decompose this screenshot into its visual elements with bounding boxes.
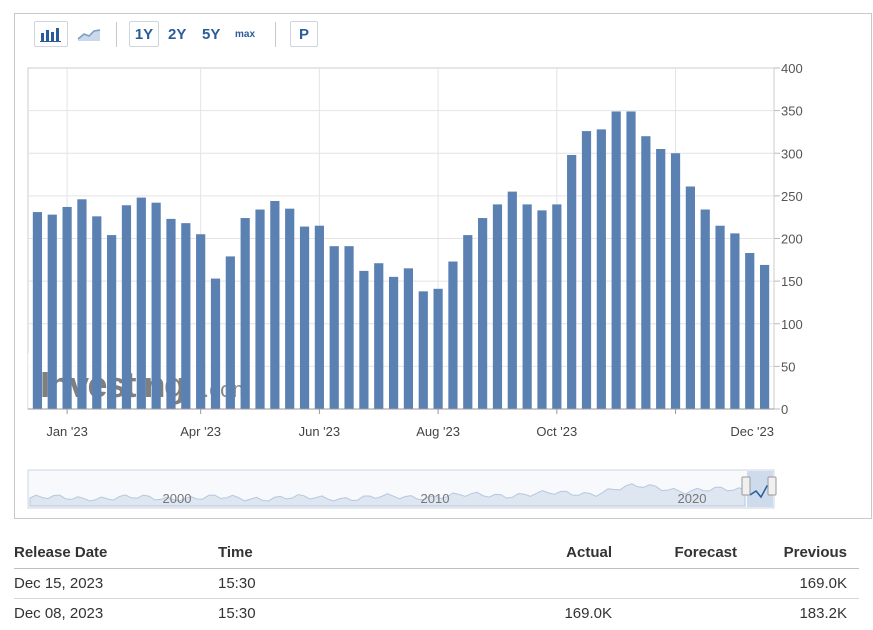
- y-tick-label: 150: [781, 274, 803, 289]
- y-tick-label: 300: [781, 146, 803, 161]
- table-row: Dec 08, 2023 15:30 169.0K 183.2K: [14, 598, 859, 628]
- bar[interactable]: [745, 252, 755, 409]
- table-header-row: Release Date Time Actual Forecast Previo…: [14, 538, 859, 567]
- bar[interactable]: [759, 264, 770, 409]
- x-tick-label: Jan '23: [46, 424, 88, 439]
- time-cell: 15:30: [218, 575, 256, 592]
- header-forecast[interactable]: Forecast: [674, 538, 737, 567]
- bar[interactable]: [285, 208, 295, 409]
- header-release-date[interactable]: Release Date: [14, 538, 107, 567]
- bar[interactable]: [641, 136, 651, 409]
- bar[interactable]: [299, 226, 310, 409]
- bar[interactable]: [522, 204, 532, 409]
- bar[interactable]: [255, 209, 265, 409]
- bar[interactable]: [492, 204, 503, 409]
- range-navigator[interactable]: 2000 2010 2020: [27, 469, 777, 509]
- previous-cell: 169.0K: [799, 575, 847, 592]
- x-axis: Jan '23 Apr '23 Jun '23 Aug '23 Oct '23 Dec '…: [28, 408, 774, 439]
- release-date-cell: Dec 08, 2023: [14, 605, 104, 622]
- navigator-label: 2010: [421, 491, 450, 506]
- y-axis: 0 50 100 150 200 250 300 350 400: [774, 61, 803, 417]
- bar[interactable]: [344, 246, 354, 409]
- bar[interactable]: [418, 291, 428, 409]
- actual-cell: 169.0K: [564, 605, 612, 622]
- y-tick-label: 200: [781, 232, 803, 247]
- bar[interactable]: [507, 191, 517, 409]
- header-actual[interactable]: Actual: [566, 538, 612, 567]
- bar[interactable]: [463, 235, 473, 409]
- bar[interactable]: [433, 288, 443, 409]
- bar[interactable]: [225, 256, 235, 409]
- bar[interactable]: [329, 246, 339, 409]
- bar[interactable]: [32, 212, 43, 409]
- bar[interactable]: [730, 233, 740, 409]
- bar[interactable]: [210, 278, 221, 409]
- header-previous[interactable]: Previous: [784, 538, 847, 567]
- bar[interactable]: [181, 223, 191, 409]
- bar[interactable]: [478, 218, 488, 409]
- bar[interactable]: [151, 202, 161, 409]
- bar[interactable]: [715, 225, 725, 409]
- x-tick-label: Dec '23: [730, 424, 774, 439]
- x-tick-label: Aug '23: [416, 424, 460, 439]
- bar[interactable]: [581, 131, 592, 409]
- y-tick-label: 250: [781, 189, 803, 204]
- bar[interactable]: [448, 261, 458, 409]
- bar[interactable]: [611, 111, 621, 409]
- y-tick-label: 0: [781, 402, 788, 417]
- bar[interactable]: [314, 225, 324, 409]
- release-date-cell: Dec 15, 2023: [14, 575, 104, 592]
- bar[interactable]: [270, 200, 280, 409]
- bar[interactable]: [626, 111, 636, 409]
- time-cell: 15:30: [218, 605, 256, 622]
- bar[interactable]: [92, 216, 102, 409]
- bar[interactable]: [166, 218, 176, 409]
- bar[interactable]: [196, 234, 206, 409]
- bar[interactable]: [403, 268, 414, 409]
- chart-canvas: Investing .com 050100150200250300350400 …: [27, 61, 803, 509]
- x-tick-label: Oct '23: [536, 424, 577, 439]
- bar[interactable]: [670, 153, 681, 409]
- bar[interactable]: [596, 129, 606, 409]
- bar[interactable]: [121, 205, 132, 409]
- y-tick-label: 50: [781, 359, 795, 374]
- bar[interactable]: [537, 210, 547, 409]
- navigator-label: 2000: [163, 491, 192, 506]
- header-time[interactable]: Time: [218, 538, 253, 567]
- bar[interactable]: [685, 186, 695, 410]
- bar[interactable]: [700, 209, 710, 409]
- navigator-right-handle[interactable]: [767, 476, 777, 496]
- bar[interactable]: [77, 199, 87, 409]
- previous-cell: 183.2K: [799, 605, 847, 622]
- bar[interactable]: [567, 154, 577, 409]
- y-tick-label: 350: [781, 104, 803, 119]
- bar[interactable]: [240, 218, 250, 409]
- bar[interactable]: [656, 148, 666, 410]
- bar[interactable]: [359, 270, 369, 409]
- table-row: Dec 15, 2023 15:30 169.0K: [14, 568, 859, 598]
- bar[interactable]: [62, 206, 72, 409]
- bar[interactable]: [136, 197, 146, 409]
- bar[interactable]: [552, 204, 562, 409]
- x-tick-label: Apr '23: [180, 424, 221, 439]
- bar[interactable]: [47, 214, 57, 409]
- bar[interactable]: [388, 276, 399, 409]
- bar[interactable]: [107, 235, 117, 409]
- navigator-label: 2020: [678, 491, 707, 506]
- bar[interactable]: [374, 263, 384, 409]
- x-tick-label: Jun '23: [299, 424, 341, 439]
- navigator-left-handle[interactable]: [741, 476, 751, 496]
- y-tick-label: 400: [781, 61, 803, 76]
- y-tick-label: 100: [781, 317, 803, 332]
